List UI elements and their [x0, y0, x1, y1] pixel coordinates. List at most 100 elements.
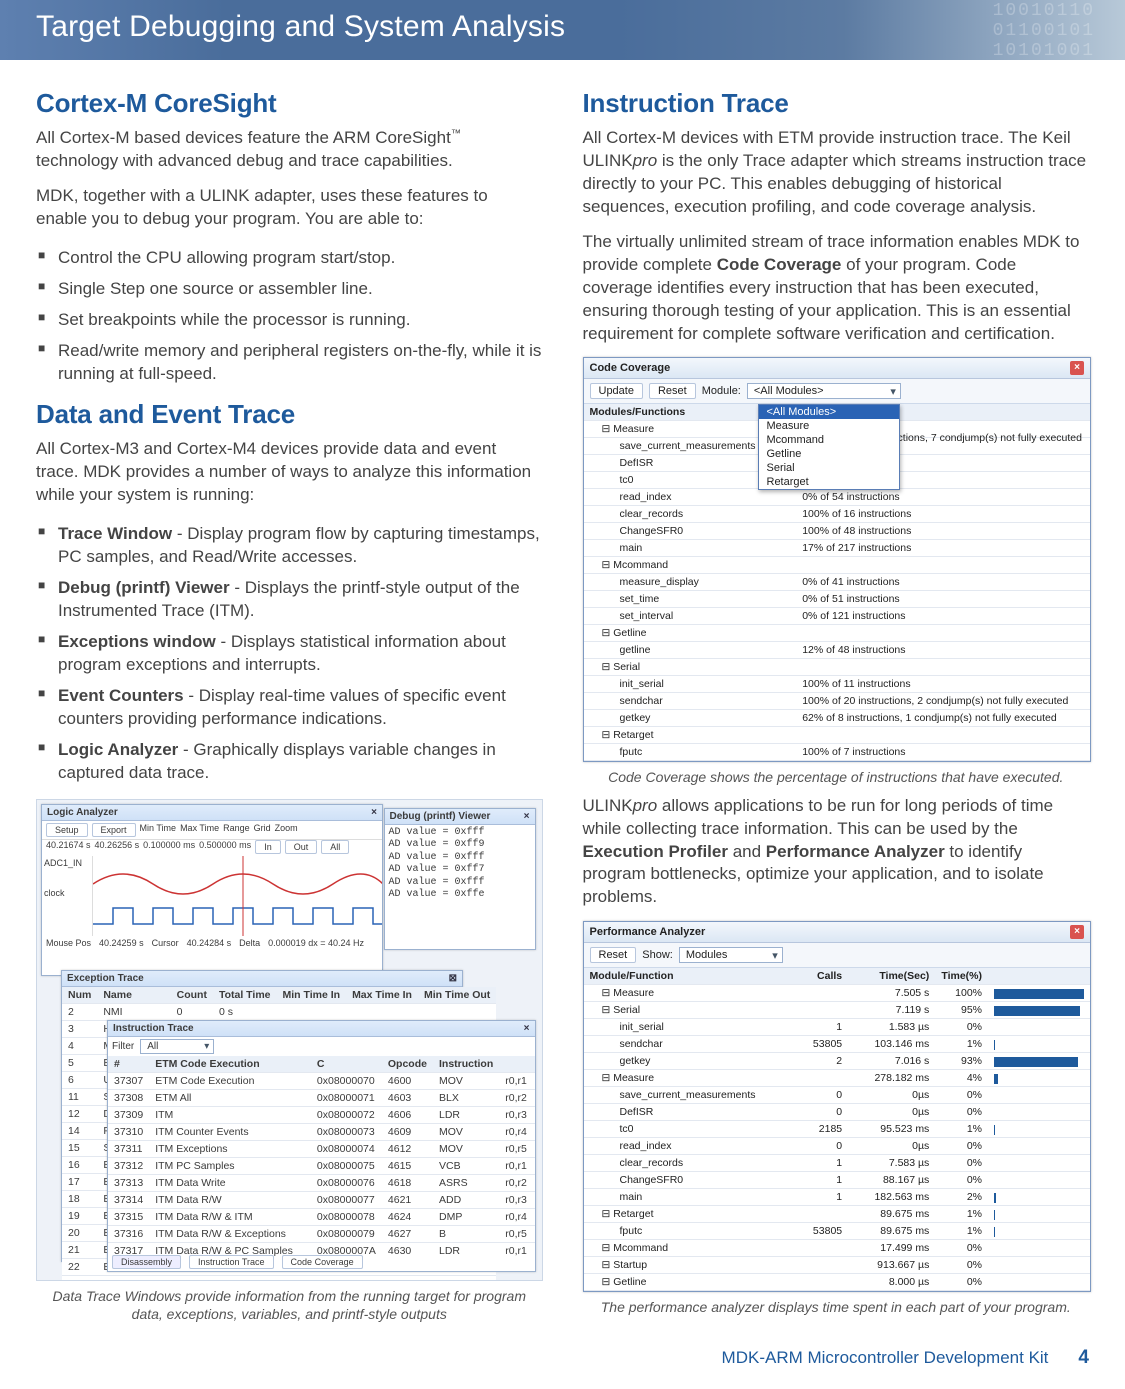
table-row: 23ExtI	[62, 1275, 496, 1281]
calls-cell: 53805	[791, 1223, 849, 1240]
cell: ITM	[149, 1106, 299, 1123]
logic-analyzer-panel: Logic Analyzer× Setup Export Min Time Ma…	[41, 804, 383, 976]
bar-cell	[988, 1189, 1090, 1206]
time-cell: 8.000 µs	[848, 1274, 935, 1291]
la-setup-button[interactable]: Setup	[46, 823, 88, 837]
cell	[418, 1275, 496, 1281]
tab[interactable]: Instruction Trace	[189, 1255, 274, 1269]
close-icon[interactable]: ×	[1070, 361, 1084, 375]
dropdown-item[interactable]: Measure	[759, 419, 899, 433]
cell: 37312	[108, 1157, 149, 1174]
cell: 20	[62, 1224, 97, 1241]
time-cell: 0µs	[848, 1104, 935, 1121]
pct-cell: 0%	[935, 1172, 988, 1189]
reset-button[interactable]: Reset	[590, 947, 637, 963]
dropdown-item[interactable]: Retarget	[759, 475, 899, 489]
coverage-cell: 100% of 16 instructions	[796, 506, 1090, 523]
cell: 4606	[382, 1106, 433, 1123]
cell: ITM Exceptions	[149, 1140, 299, 1157]
value: 40.26256 s	[95, 840, 140, 854]
calls-cell	[791, 1240, 849, 1257]
pct-cell: 1%	[935, 1036, 988, 1053]
reset-button[interactable]: Reset	[649, 383, 696, 399]
module-combo[interactable]: <All Modules>	[747, 383, 901, 399]
section-title-data-event-trace: Data and Event Trace	[36, 399, 543, 430]
close-icon[interactable]: ⊠	[449, 973, 457, 984]
time-cell: 913.667 µs	[848, 1257, 935, 1274]
update-button[interactable]: Update	[590, 383, 643, 399]
calls-cell	[791, 1257, 849, 1274]
cell: VCB	[433, 1157, 499, 1174]
cell: r0,r5	[499, 1140, 533, 1157]
close-icon[interactable]: ×	[371, 807, 377, 818]
tab[interactable]: Code Coverage	[282, 1255, 363, 1269]
show-combo[interactable]: Modules	[679, 947, 783, 963]
cell	[533, 1208, 535, 1225]
tree-cell: save_current_measurements	[584, 1087, 791, 1104]
cell	[533, 1242, 535, 1256]
dropdown-item[interactable]: Serial	[759, 461, 899, 475]
tree-cell: measure_display	[584, 574, 797, 591]
cell	[299, 1225, 311, 1242]
cell: 0 s	[213, 1003, 277, 1020]
module-dropdown-list[interactable]: <All Modules> Measure Mcommand Getline S…	[758, 404, 900, 490]
tab[interactable]: Disassembly	[112, 1255, 181, 1269]
window-title: Code Coverage	[590, 362, 671, 374]
column-header: Count	[171, 987, 213, 1004]
cell	[277, 1003, 347, 1020]
zoom-in-button[interactable]: In	[255, 840, 281, 854]
cell: 4624	[382, 1208, 433, 1225]
time-cell: 89.675 ms	[848, 1206, 935, 1223]
pct-cell: 93%	[935, 1053, 988, 1070]
tree-cell: init_serial	[584, 676, 797, 693]
tree-cell: ⊟ Mcommand	[584, 1240, 791, 1257]
table-row: ⊟ Startup913.667 µs0%	[584, 1257, 1091, 1274]
dropdown-item[interactable]: <All Modules>	[759, 405, 899, 419]
pct-cell: 1%	[935, 1223, 988, 1240]
cell: ETM Code Execution	[149, 1072, 299, 1089]
pct-cell: 0%	[935, 1138, 988, 1155]
itrace-p1: All Cortex-M devices with ETM provide in…	[583, 127, 1090, 219]
calls-cell: 2	[791, 1053, 849, 1070]
calls-cell: 0	[791, 1087, 849, 1104]
calls-cell: 1	[791, 1172, 849, 1189]
bullet: Event Counters - Display real-time value…	[36, 681, 543, 735]
cell: 37313	[108, 1174, 149, 1191]
dropdown-item[interactable]: Mcommand	[759, 433, 899, 447]
pct-cell: 0%	[935, 1104, 988, 1121]
close-icon[interactable]: ×	[524, 1023, 530, 1034]
table-row: set_time0% of 51 instructions	[584, 591, 1091, 608]
table-row: measure_display0% of 41 instructions	[584, 574, 1091, 591]
pct-cell: 100%	[935, 985, 988, 1002]
pct-cell: 4%	[935, 1070, 988, 1087]
cell: 37309	[108, 1106, 149, 1123]
printf-line: AD value = 0xff7	[389, 864, 531, 877]
column-header: #	[108, 1056, 149, 1073]
figure-data-trace-windows: Logic Analyzer× Setup Export Min Time Ma…	[36, 799, 543, 1323]
itrace-p2: The virtually unlimited stream of trace …	[583, 231, 1090, 346]
value: 0.100000 ms	[143, 840, 195, 854]
trademark: ™	[451, 128, 461, 139]
close-icon[interactable]: ×	[524, 811, 530, 822]
zoom-out-button[interactable]: Out	[285, 840, 318, 854]
calls-cell: 1	[791, 1019, 849, 1036]
zoom-all-button[interactable]: All	[321, 840, 349, 854]
table-row: ⊟ Getline	[584, 625, 1091, 642]
cell: 4603	[382, 1089, 433, 1106]
filter-combo[interactable]: All	[140, 1039, 214, 1054]
close-icon[interactable]: ×	[1070, 925, 1084, 939]
cell	[533, 1106, 535, 1123]
table-row: 37310ITM Counter Events0x080000734609MOV…	[108, 1123, 535, 1140]
printf-line: AD value = 0xff9	[389, 839, 531, 852]
cell	[299, 1140, 311, 1157]
cell: 212: while (1) { /* Loop forever */	[533, 1174, 535, 1191]
label: Mouse Pos	[46, 938, 91, 948]
cell: 0	[171, 1003, 213, 1020]
la-export-button[interactable]: Export	[92, 823, 136, 837]
bullet-title: Event Counters	[58, 686, 184, 705]
bar-cell	[988, 1036, 1090, 1053]
coverage-cell: 100% of 7 instructions	[796, 744, 1090, 761]
table-row: 37307ETM Code Execution0x080000704600MOV…	[108, 1072, 535, 1089]
cell: 16	[62, 1156, 97, 1173]
dropdown-item[interactable]: Getline	[759, 447, 899, 461]
